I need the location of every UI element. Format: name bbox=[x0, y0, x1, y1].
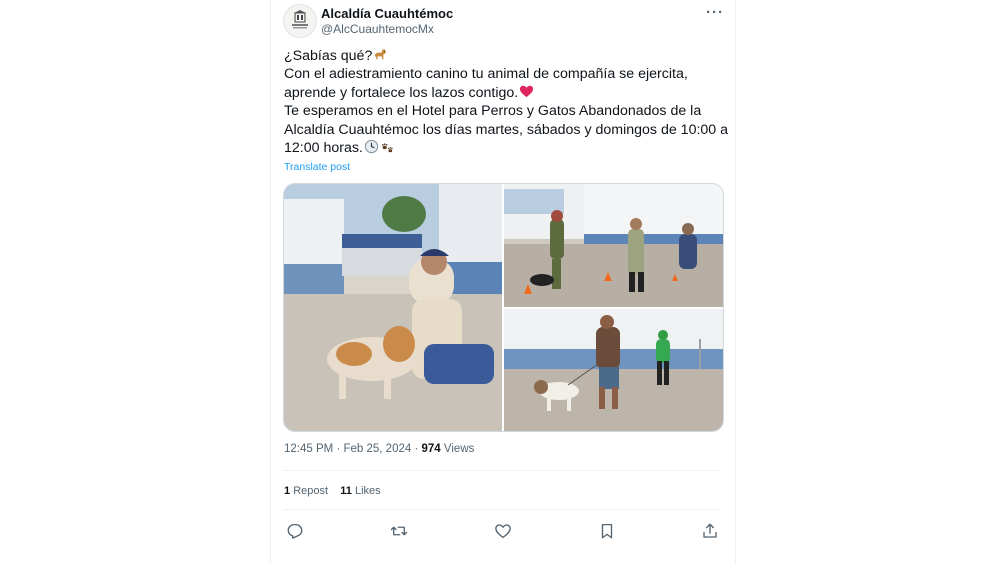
repost-icon bbox=[390, 526, 408, 536]
meta-separator: · bbox=[414, 443, 419, 455]
tweet-text-line: 12:00 horas. bbox=[284, 139, 363, 156]
divider bbox=[283, 509, 721, 510]
likes-stat[interactable]: 11 Likes bbox=[340, 485, 380, 497]
photo-trainers-with-dogs[interactable] bbox=[504, 184, 723, 307]
translate-post-link[interactable]: Translate post bbox=[284, 161, 350, 173]
red-heart-emoji bbox=[520, 85, 534, 97]
like-button[interactable] bbox=[494, 522, 512, 540]
tweet-text-line: aprende y fortalece los lazos contigo. bbox=[284, 84, 519, 101]
likes-count: 11 bbox=[340, 485, 352, 497]
photo-dog-training-courtyard[interactable] bbox=[284, 184, 502, 431]
reply-button[interactable] bbox=[286, 522, 304, 540]
tweet-text-line: Con el adiestramiento canino tu animal d… bbox=[284, 66, 688, 83]
dog-emoji bbox=[375, 48, 387, 60]
more-options-icon[interactable]: ··· bbox=[706, 4, 724, 21]
tweet-date[interactable]: Feb 25, 2024 bbox=[343, 443, 411, 455]
likes-label: Likes bbox=[354, 485, 381, 497]
tweet-text-line: ¿Sabías qué? bbox=[284, 48, 373, 64]
views-count: 974 bbox=[421, 443, 441, 455]
bookmark-icon bbox=[601, 523, 613, 539]
bookmark-button[interactable] bbox=[598, 522, 616, 540]
tweet-text-line: Alcaldía Cuauhtémoc los días martes, sáb… bbox=[284, 121, 729, 138]
tweet-meta: 12:45 PM · Feb 25, 2024 · 974 Views bbox=[284, 443, 474, 455]
meta-separator: · bbox=[336, 443, 341, 455]
engagement-stats: 1 Repost 11 Likes bbox=[284, 485, 381, 497]
avatar[interactable] bbox=[283, 4, 317, 38]
reposts-count: 1 bbox=[284, 485, 291, 497]
tweet-text-line: Te esperamos en el Hotel para Perros y G… bbox=[284, 103, 702, 120]
photo-man-walking-dog[interactable] bbox=[504, 309, 723, 431]
heart-icon bbox=[495, 524, 511, 539]
city-hall-logo-icon bbox=[292, 10, 308, 29]
author-name[interactable]: Alcaldía Cuauhtémoc bbox=[321, 6, 453, 21]
divider bbox=[283, 470, 721, 471]
views-label: Views bbox=[443, 443, 475, 455]
clock-emoji bbox=[364, 139, 379, 154]
tweet-time[interactable]: 12:45 PM bbox=[284, 443, 333, 455]
tweet-text: ¿Sabías qué? Con el adiestramiento canin… bbox=[284, 47, 728, 157]
share-icon bbox=[703, 523, 717, 538]
reply-icon bbox=[287, 523, 303, 539]
share-button[interactable] bbox=[701, 522, 719, 540]
media-grid bbox=[283, 183, 724, 432]
paw-prints-emoji bbox=[381, 143, 393, 153]
repost-button[interactable] bbox=[390, 522, 408, 540]
reposts-stat[interactable]: 1 Repost bbox=[284, 485, 328, 497]
author-handle[interactable]: @AlcCuauhtemocMx bbox=[321, 22, 434, 36]
reposts-label: Repost bbox=[293, 485, 329, 497]
